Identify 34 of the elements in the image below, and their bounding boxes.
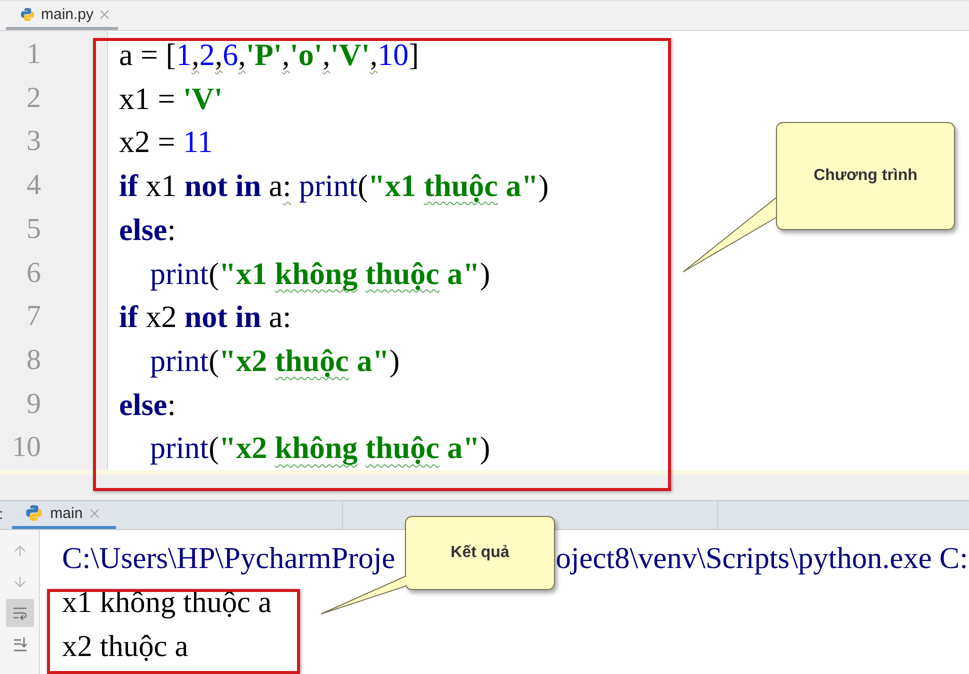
code-line: else:	[119, 210, 176, 249]
panel-label: :	[0, 506, 4, 524]
wrap-icon	[12, 605, 28, 621]
line-number: 7	[26, 299, 41, 334]
code-line: print("x1 không thuộc a")	[149, 254, 490, 293]
line-number: 10	[12, 430, 41, 466]
output-text: x2 thuộc a	[62, 630, 188, 662]
code-line: if x2 not in a:	[119, 298, 292, 336]
close-icon[interactable]	[100, 10, 109, 19]
line-number: 2	[26, 80, 41, 116]
close-icon[interactable]	[90, 508, 99, 518]
scroll-to-end-icon	[12, 636, 28, 652]
line-number: 5	[26, 212, 41, 247]
callout: Kết quả	[405, 516, 555, 590]
code-line: print("x2 không thuộc a")	[149, 429, 490, 468]
line-number: 3	[26, 124, 41, 160]
line-number: 6	[26, 256, 41, 291]
code-line: print("x2 thuộc a")	[149, 342, 400, 380]
command-text: oject8\venv\Scripts\python.exe C:	[556, 542, 968, 574]
code-line: if x1 not in a: print("x1 thuộc a")	[119, 167, 549, 206]
line-number: 4	[26, 168, 41, 204]
output-text: x1 không thuộc a	[62, 586, 272, 618]
callout: Chương trình	[776, 122, 955, 230]
line-number: 9	[26, 386, 41, 422]
line-number: 1	[26, 37, 41, 72]
code-line: x1 = 'V'	[119, 80, 223, 118]
code-line: x2 = 11	[119, 123, 213, 162]
command-text: C:\Users\HP\PycharmProje	[62, 542, 396, 574]
soft-wrap-button[interactable]	[6, 599, 34, 627]
python-icon	[20, 6, 35, 22]
code-line: a = [1,2,6,'P','o','V',10]	[119, 36, 419, 74]
line-number: 8	[26, 342, 41, 378]
python-icon	[25, 504, 44, 522]
code-line: else:	[119, 386, 176, 424]
